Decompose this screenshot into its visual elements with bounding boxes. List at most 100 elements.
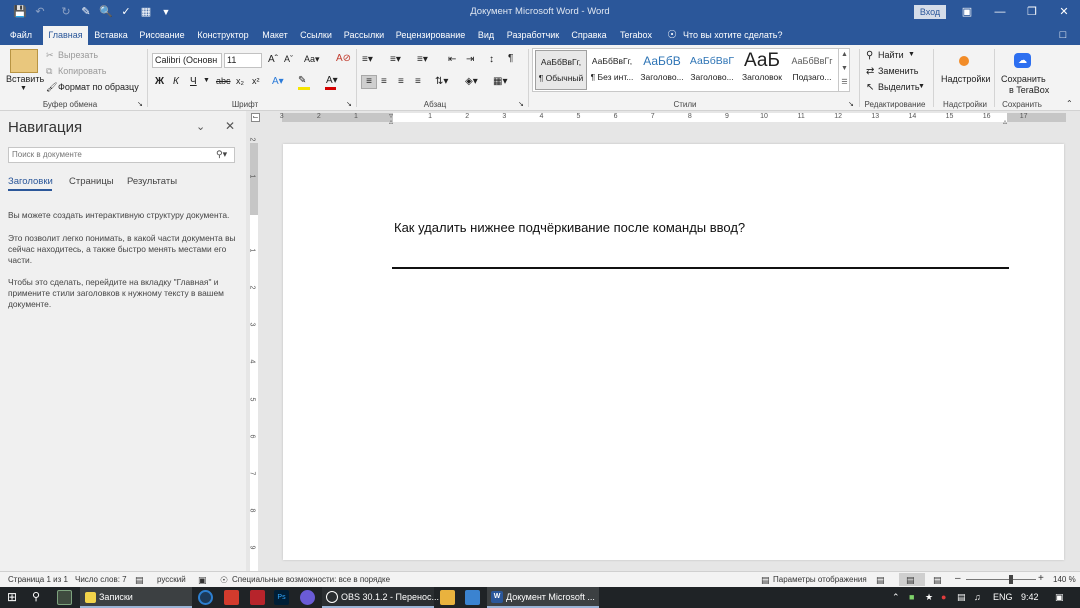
tab-draw[interactable]: Рисование <box>137 26 187 45</box>
styles-launcher-icon[interactable]: ↘ <box>848 100 854 108</box>
tab-selector[interactable]: ⌙ <box>251 113 260 122</box>
underline-button[interactable]: Ч <box>190 76 197 87</box>
align-right-icon[interactable]: ≡ <box>398 76 404 87</box>
accessibility-status[interactable]: Специальные возможности: все в порядке <box>232 575 390 584</box>
style-no-spacing[interactable]: АаБбВвГг, ¶ Без инт... <box>586 50 638 90</box>
bullets-icon[interactable]: ≡▾ <box>362 54 373 65</box>
copy-button[interactable]: Копировать <box>58 66 106 76</box>
nav-tab-results[interactable]: Результаты <box>127 176 177 187</box>
sort-icon[interactable]: ↕ <box>489 54 494 65</box>
network-icon[interactable]: ▤ <box>957 587 966 608</box>
hanging-indent-marker[interactable]: ▵ <box>389 117 393 126</box>
underline-dropdown-icon[interactable]: ▼ <box>203 77 210 84</box>
tab-mailings[interactable]: Рассылки <box>341 26 387 45</box>
shading-icon[interactable]: ◈▾ <box>465 76 478 87</box>
tray-app-icon[interactable]: ■ <box>909 587 914 608</box>
proofing-icon[interactable]: ▤ <box>135 575 144 586</box>
style-normal[interactable]: АаБбВвГг, ¶ Обычный <box>535 50 587 90</box>
app-icon-yandex[interactable] <box>250 590 265 605</box>
strikethrough-icon[interactable]: abc <box>216 76 231 86</box>
tab-view[interactable]: Вид <box>474 26 498 45</box>
tab-file[interactable]: Файл <box>4 26 38 45</box>
input-language[interactable]: ENG <box>993 587 1013 608</box>
addins-button[interactable]: Надстройки <box>941 74 990 84</box>
word-count[interactable]: Число слов: 7 <box>75 575 127 584</box>
document-page[interactable]: Как удалить нижнее подчёркивание после к… <box>283 144 1064 560</box>
accessibility-icon[interactable]: ☉ <box>220 575 228 586</box>
borders-icon[interactable]: ▦▾ <box>493 76 507 87</box>
save-terabox-line1[interactable]: Сохранить <box>1001 74 1046 84</box>
increase-indent-icon[interactable]: ⇥ <box>466 54 474 65</box>
nav-search-box[interactable]: ⚲▾ <box>8 147 235 163</box>
multilevel-list-icon[interactable]: ≡▾ <box>417 54 428 65</box>
select-button[interactable]: Выделить <box>878 82 920 92</box>
read-mode-icon[interactable]: ▤ <box>876 575 885 586</box>
nav-search-input[interactable] <box>9 148 209 161</box>
tab-help[interactable]: Справка <box>568 26 610 45</box>
paste-button[interactable]: Вставить <box>6 74 44 84</box>
page-count[interactable]: Страница 1 из 1 <box>8 575 68 584</box>
app-icon-window[interactable] <box>465 590 480 605</box>
tab-references[interactable]: Ссылки <box>297 26 335 45</box>
search-icon[interactable]: ⚲ <box>32 587 46 608</box>
zoom-slider-track[interactable] <box>966 579 1036 580</box>
bold-button[interactable]: Ж <box>155 76 164 87</box>
tab-design[interactable]: Конструктор <box>194 26 252 45</box>
superscript-icon[interactable]: x² <box>252 76 260 86</box>
clear-formatting-icon[interactable]: A⊘ <box>336 53 351 64</box>
tab-developer[interactable]: Разработчик <box>503 26 563 45</box>
tab-insert[interactable]: Вставка <box>92 26 130 45</box>
font-size-combo[interactable]: 11 <box>224 53 262 68</box>
align-left-button[interactable]: ≡ <box>361 75 377 89</box>
align-center-icon[interactable]: ≡ <box>381 76 387 87</box>
nav-tab-pages[interactable]: Страницы <box>69 176 114 187</box>
app-icon-media[interactable] <box>224 590 239 605</box>
find-button[interactable]: Найти <box>878 50 904 60</box>
paste-dropdown-icon[interactable]: ▼ <box>20 85 27 92</box>
volume-icon[interactable]: ♫ <box>974 587 981 608</box>
select-dropdown-icon[interactable]: ▼ <box>918 83 925 90</box>
format-painter-button[interactable]: Формат по образцу <box>58 82 139 92</box>
tray-chevron-icon[interactable]: ⌃ <box>892 587 900 608</box>
text-effects-icon[interactable]: A▾ <box>272 76 284 87</box>
tray-app2-icon[interactable]: ● <box>941 587 946 608</box>
display-settings-icon[interactable]: ▤ <box>761 575 770 586</box>
minimize-button[interactable]: — <box>990 3 1010 21</box>
shrink-font-icon[interactable]: Aˇ <box>284 54 293 64</box>
decrease-indent-icon[interactable]: ⇤ <box>448 54 456 65</box>
nav-options-icon[interactable]: ⌄ <box>196 120 205 133</box>
addins-icon[interactable] <box>959 56 969 66</box>
zoom-level[interactable]: 140 % <box>1053 575 1076 584</box>
close-button[interactable]: ✕ <box>1054 3 1074 21</box>
ribbon-display-icon[interactable]: ▣ <box>957 3 977 21</box>
style-heading2[interactable]: АаБбВвГ Заголово... <box>686 50 738 90</box>
notifications-icon[interactable]: ▣ <box>1055 587 1064 608</box>
highlight-icon[interactable]: ✎ <box>298 75 306 86</box>
document-text[interactable]: Как удалить нижнее подчёркивание после к… <box>394 220 745 235</box>
search-icon[interactable]: ⚲▾ <box>216 149 227 160</box>
zoom-slider-thumb[interactable] <box>1008 575 1013 584</box>
show-marks-icon[interactable]: ¶ <box>508 53 513 64</box>
start-icon[interactable]: ⊞ <box>7 587 21 608</box>
zoom-out-button[interactable]: – <box>955 573 961 584</box>
cut-button[interactable]: Вырезать <box>58 50 98 60</box>
display-settings[interactable]: Параметры отображения <box>773 575 867 584</box>
subscript-icon[interactable]: x₂ <box>236 76 244 86</box>
taskbar-notes-app[interactable] <box>80 587 192 608</box>
font-name-combo[interactable]: Calibri (Основн <box>152 53 222 68</box>
tell-me-input[interactable]: Что вы хотите сделать? <box>683 26 783 45</box>
find-dropdown-icon[interactable]: ▼ <box>908 51 915 58</box>
numbering-icon[interactable]: ≡▾ <box>390 54 401 65</box>
app-icon-calculator[interactable] <box>57 590 72 605</box>
macro-icon[interactable]: ▣ <box>198 575 207 586</box>
change-case-icon[interactable]: Aa▾ <box>304 54 320 65</box>
tab-terabox[interactable]: Terabox <box>616 26 656 45</box>
zoom-in-button[interactable]: + <box>1038 573 1044 584</box>
style-subtitle[interactable]: АаБбВвГг Подзаго... <box>786 50 838 90</box>
clipboard-launcher-icon[interactable]: ↘ <box>137 100 143 108</box>
italic-button[interactable]: К <box>173 76 179 87</box>
justify-icon[interactable]: ≡ <box>415 76 421 87</box>
font-color-icon[interactable]: A▾ <box>326 75 338 86</box>
app-icon-viber[interactable] <box>300 590 315 605</box>
signin-button[interactable]: Вход <box>914 5 946 19</box>
